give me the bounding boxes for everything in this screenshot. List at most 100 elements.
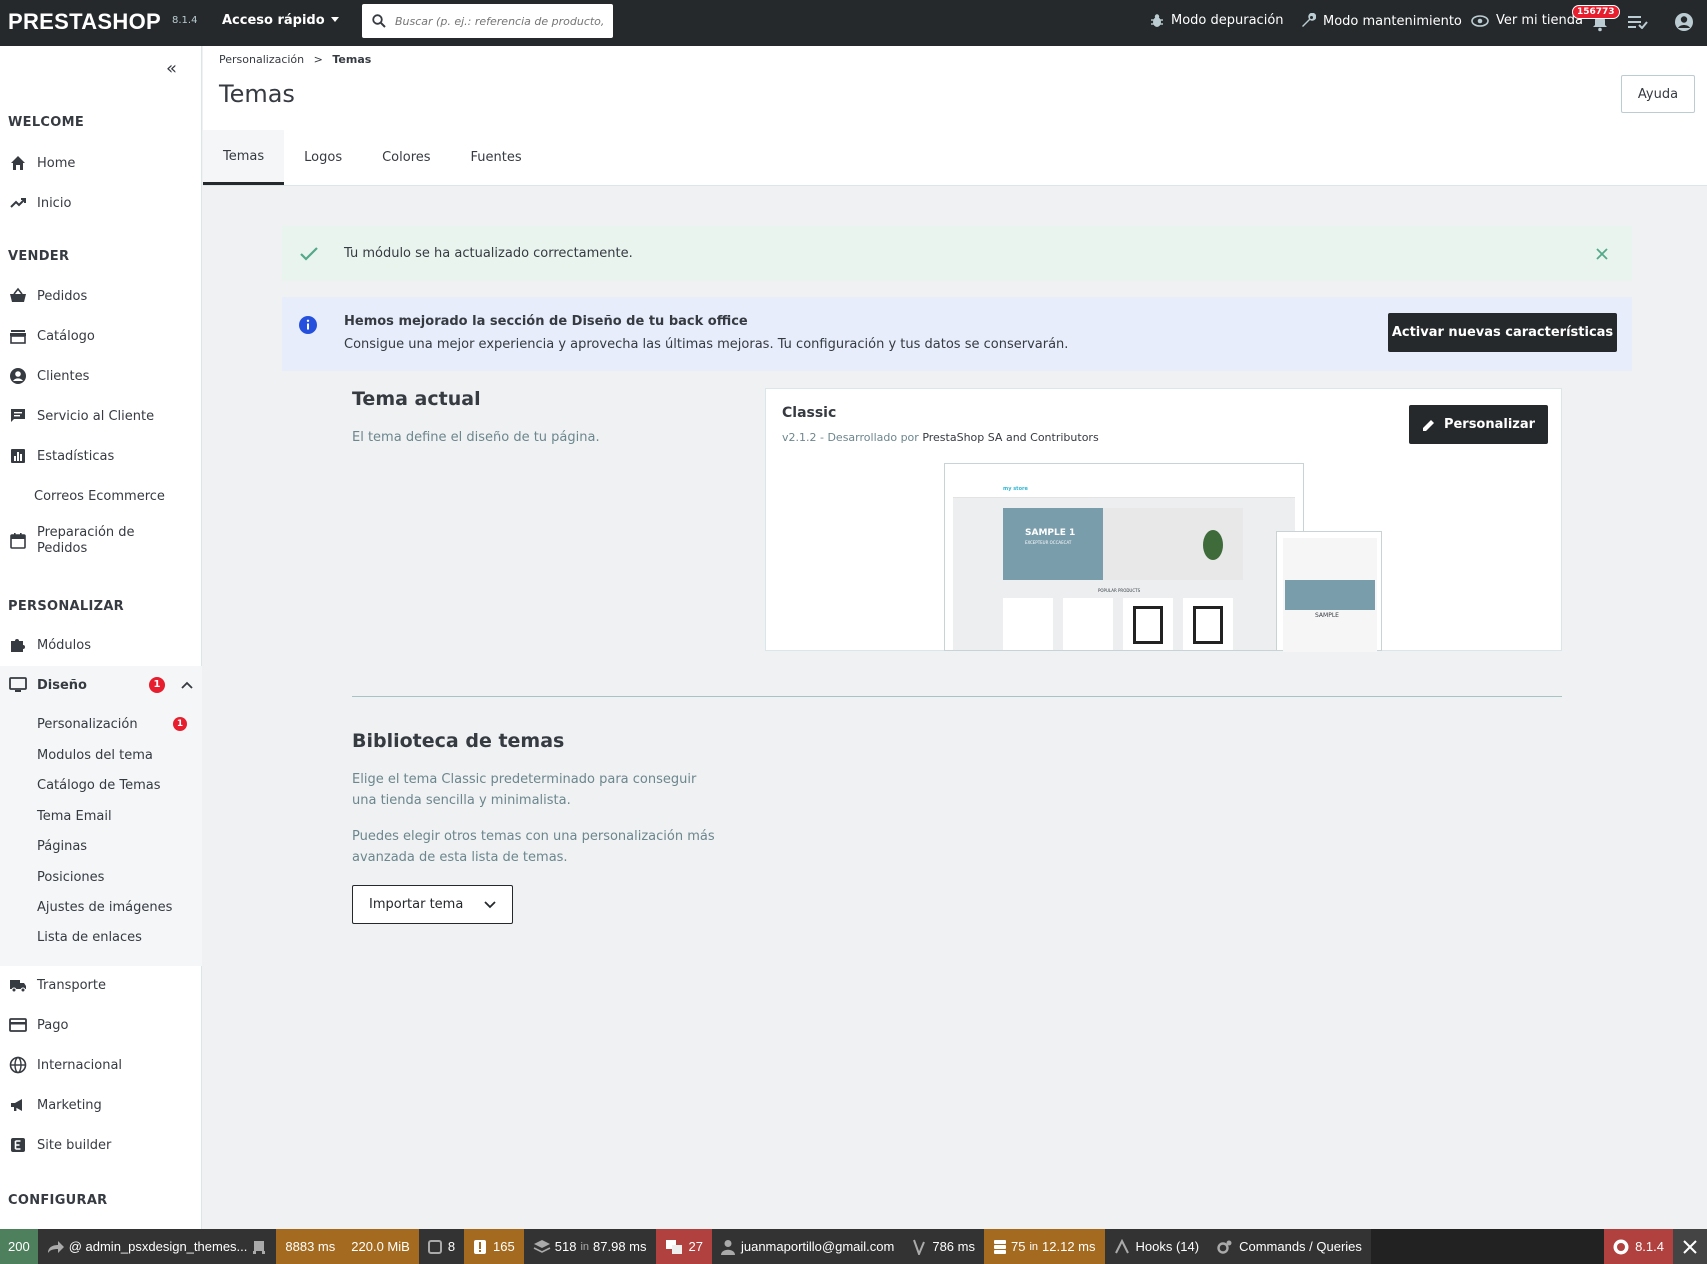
submenu-personalizacion[interactable]: Personalización 1 bbox=[37, 717, 187, 732]
personalizacion-badge: 1 bbox=[173, 717, 187, 731]
tab-colors[interactable]: Colores bbox=[362, 130, 450, 185]
sidebar-item-label: Preparación de Pedidos bbox=[37, 525, 135, 556]
prestashop-logo[interactable]: PRESTASHOP bbox=[8, 9, 161, 35]
home-icon bbox=[11, 156, 25, 170]
top-bar: PRESTASHOP 8.1.4 Acceso rápido Modo depu… bbox=[0, 0, 1707, 46]
user-icon bbox=[720, 1239, 735, 1255]
sidebar-item-design[interactable]: Diseño 1 bbox=[0, 668, 202, 702]
submenu-link-list[interactable]: Lista de enlaces bbox=[37, 930, 142, 945]
search-box[interactable] bbox=[362, 4, 613, 38]
twig-time: 786 ms bbox=[932, 1239, 975, 1254]
commands-panel[interactable]: Commands / Queries bbox=[1208, 1229, 1371, 1264]
sidebar-item-customers[interactable]: Clientes bbox=[0, 359, 202, 393]
customize-label: Personalizar bbox=[1443, 417, 1536, 432]
sidebar-item-stats[interactable]: Estadísticas bbox=[0, 439, 202, 473]
security-panel[interactable]: juanmaportillo@gmail.com bbox=[711, 1229, 904, 1264]
maintenance-mode-link[interactable]: Modo mantenimiento bbox=[1300, 13, 1462, 29]
view-store-link[interactable]: Ver mi tienda bbox=[1471, 13, 1583, 28]
sidebar-item-marketing[interactable]: Marketing bbox=[0, 1088, 202, 1122]
close-icon[interactable] bbox=[1596, 247, 1608, 260]
tasks-list-icon[interactable] bbox=[1628, 15, 1648, 29]
sidebar-item-shipping[interactable]: Transporte bbox=[0, 968, 202, 1002]
tab-themes[interactable]: Temas bbox=[203, 130, 285, 185]
sidebar-item-label: Catálogo bbox=[37, 328, 95, 344]
sidebar-item-inicio[interactable]: Inicio bbox=[0, 186, 202, 220]
notifications-badge: 156773 bbox=[1572, 5, 1620, 19]
sidebar-item-customer-service[interactable]: Servicio al Cliente bbox=[0, 399, 202, 433]
database-panel[interactable]: 75 in 12.12 ms bbox=[983, 1229, 1105, 1264]
sidebar-item-international[interactable]: Internacional bbox=[0, 1048, 202, 1082]
customize-button[interactable]: Personalizar bbox=[1409, 405, 1548, 444]
translations-panel[interactable]: 27 bbox=[655, 1229, 712, 1264]
breadcrumb: Personalización > Temas bbox=[219, 53, 371, 66]
sidebar-item-orders[interactable]: Pedidos bbox=[0, 279, 202, 313]
preview-brand: my store bbox=[1003, 486, 1028, 492]
symfony-version[interactable]: 8.1.4 bbox=[1604, 1229, 1673, 1264]
help-button[interactable]: Ayuda bbox=[1621, 75, 1695, 113]
section-welcome: WELCOME bbox=[8, 115, 85, 130]
submenu-image-settings[interactable]: Ajustes de imágenes bbox=[37, 900, 172, 915]
cache-panel[interactable]: 518 in 87.98 ms bbox=[523, 1229, 656, 1264]
performance-panel[interactable]: 8883 ms 220.0 MiB bbox=[276, 1229, 419, 1264]
breadcrumb-parent[interactable]: Personalización bbox=[219, 53, 304, 66]
sidebar-item-payment[interactable]: Pago bbox=[0, 1008, 202, 1042]
puzzle-icon bbox=[11, 639, 25, 652]
route-info[interactable]: @ admin_psxdesign_themes... bbox=[37, 1229, 277, 1264]
sidebar-item-home[interactable]: Home bbox=[0, 146, 202, 180]
search-input[interactable] bbox=[395, 10, 607, 32]
theme-meta: v2.1.2 - Desarrollado por PrestaShop SA … bbox=[782, 431, 1099, 444]
user-email: juanmaportillo@gmail.com bbox=[740, 1239, 895, 1254]
sidebar-item-catalog[interactable]: Catálogo bbox=[0, 319, 202, 353]
submenu-positions[interactable]: Posiciones bbox=[37, 870, 104, 885]
user-account-icon[interactable] bbox=[1674, 12, 1694, 32]
import-theme-dropdown[interactable]: Importar tema bbox=[352, 885, 513, 924]
sidebar-item-modules[interactable]: Módulos bbox=[0, 628, 202, 662]
sidebar-item-label: Transporte bbox=[37, 977, 106, 993]
theme-preview-desktop: my store SAMPLE 1 EXCEPTEUR OCCAECAT POP… bbox=[944, 463, 1304, 651]
sidebar: « WELCOME Home Inicio VENDER Pedidos Cat… bbox=[0, 46, 202, 1229]
sidebar-item-correos-ecommerce[interactable]: Correos Ecommerce bbox=[0, 479, 202, 513]
info-icon bbox=[299, 316, 317, 334]
activate-new-features-button[interactable]: Activar nuevas características bbox=[1388, 313, 1617, 352]
submenu-theme-modules[interactable]: Modulos del tema bbox=[37, 748, 153, 763]
info-alert: Hemos mejorado la sección de Diseño de t… bbox=[282, 297, 1632, 371]
twig-panel[interactable]: 786 ms bbox=[903, 1229, 984, 1264]
sf-version-label: 8.1.4 bbox=[1635, 1239, 1664, 1254]
sidebar-item-site-builder[interactable]: Site builder bbox=[0, 1128, 202, 1162]
sidebar-item-label: Pago bbox=[37, 1017, 69, 1033]
truck-icon bbox=[10, 980, 26, 993]
submenu-pages[interactable]: Páginas bbox=[37, 839, 87, 854]
basket-icon bbox=[10, 287, 26, 302]
tab-fonts[interactable]: Fuentes bbox=[451, 130, 542, 185]
submenu-email-theme[interactable]: Tema Email bbox=[37, 809, 112, 824]
chevron-up-icon[interactable] bbox=[181, 681, 193, 689]
sidebar-item-label: Módulos bbox=[37, 637, 91, 653]
theme-version: v2.1.2 - Desarrollado por bbox=[782, 431, 919, 444]
sidebar-item-order-preparation[interactable]: Preparación de Pedidos bbox=[0, 519, 202, 563]
section-configure: CONFIGURAR bbox=[8, 1193, 108, 1208]
translations-count: 27 bbox=[688, 1239, 703, 1254]
submenu-theme-catalog[interactable]: Catálogo de Temas bbox=[37, 778, 161, 793]
theme-name: Classic bbox=[782, 405, 837, 421]
sidebar-item-label: Estadísticas bbox=[37, 448, 115, 464]
cache-time: 87.98 ms bbox=[593, 1239, 647, 1254]
page-title: Temas bbox=[219, 80, 295, 108]
view-store-label: Ver mi tienda bbox=[1496, 13, 1583, 28]
close-icon bbox=[1683, 1239, 1697, 1254]
tab-logos[interactable]: Logos bbox=[284, 130, 362, 185]
database-icon bbox=[993, 1239, 1006, 1254]
collapse-sidebar-icon[interactable]: « bbox=[166, 58, 177, 79]
route-icon bbox=[47, 1240, 64, 1253]
status-code[interactable]: 200 bbox=[0, 1229, 38, 1264]
current-theme-description: El tema define el diseño de tu página. bbox=[352, 430, 600, 445]
sidebar-item-label: Servicio al Cliente bbox=[37, 408, 155, 424]
hooks-panel[interactable]: Hooks (14) bbox=[1104, 1229, 1209, 1264]
quick-access-menu[interactable]: Acceso rápido bbox=[222, 13, 339, 28]
close-profiler-button[interactable] bbox=[1673, 1229, 1707, 1264]
logs-count: 165 bbox=[493, 1239, 515, 1254]
forms-panel[interactable]: 8 bbox=[418, 1229, 465, 1264]
logs-panel[interactable]: 165 bbox=[464, 1229, 524, 1264]
debug-mode-link[interactable]: Modo depuración bbox=[1150, 13, 1284, 28]
section-sell: VENDER bbox=[8, 249, 70, 264]
globe-icon bbox=[9, 1056, 27, 1074]
